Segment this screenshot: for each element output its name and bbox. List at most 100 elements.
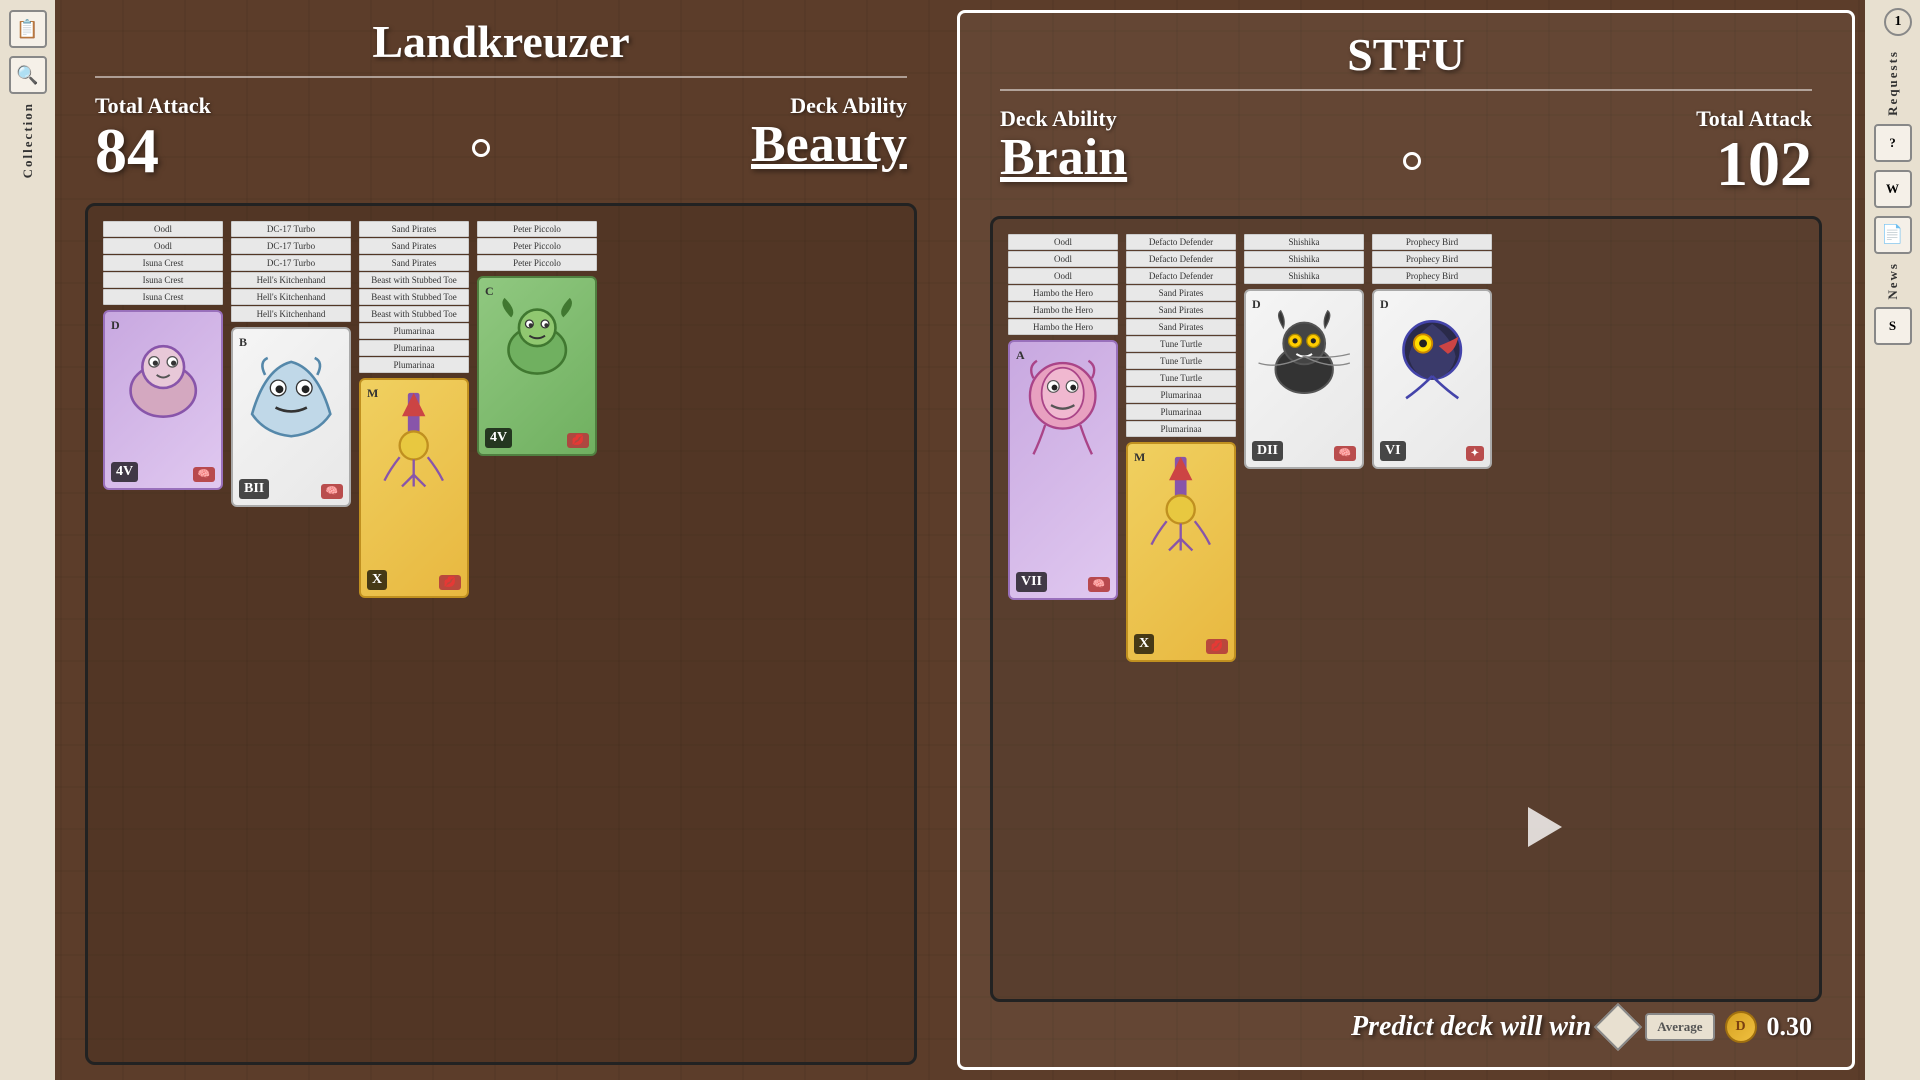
card-label: Beast with Stubbed Toe (359, 306, 469, 322)
card-badge-right: ✦ (1466, 446, 1484, 461)
card-art-2 (239, 336, 343, 453)
card-visual-r1[interactable]: A (1008, 340, 1118, 600)
card-label: Hell's Kitchenhand (231, 306, 351, 322)
card-label: Plumarinaa (359, 323, 469, 339)
collection-icon-1[interactable]: 📋 (9, 10, 47, 48)
left-sidebar: 📋 🔍 Collection (0, 0, 55, 1080)
card-label: Defacto Defender (1126, 251, 1236, 267)
right-divider (1000, 89, 1812, 91)
card-label: Prophecy Bird (1372, 234, 1492, 250)
card-label: Shishika (1244, 268, 1364, 284)
card-art-r3 (1252, 298, 1356, 415)
left-player-name: Landkreuzer (75, 15, 927, 68)
left-card-stack-4: Peter Piccolo Peter Piccolo Peter Piccol… (477, 221, 597, 456)
collection-label: Collection (20, 102, 36, 178)
card-label: Plumarinaa (1126, 404, 1236, 420)
left-card-stack-3: Sand Pirates Sand Pirates Sand Pirates B… (359, 221, 469, 598)
right-card-area: Oodl Oodl Oodl Hambo the Hero Hambo the … (990, 216, 1822, 1002)
card-label: Isuna Crest (103, 255, 223, 271)
card-label: Isuna Crest (103, 272, 223, 288)
card-art-r1 (1015, 349, 1110, 466)
card-visual-r2[interactable]: M X 💋 (1126, 442, 1236, 662)
card-visual-r3[interactable]: D (1244, 289, 1364, 469)
card-label: Tune Turtle (1126, 370, 1236, 386)
card-label: Peter Piccolo (477, 221, 597, 237)
predict-avg-value: 0.30 (1767, 1012, 1813, 1042)
left-card-stack-2: DC-17 Turbo DC-17 Turbo DC-17 Turbo Hell… (231, 221, 351, 507)
news-icon-1[interactable]: 📄 (1874, 216, 1912, 254)
card-visual-2[interactable]: B BII 🧠 (231, 327, 351, 507)
card-label: Sand Pirates (359, 221, 469, 237)
card-badge-value: X (1134, 634, 1154, 654)
card-label: Oodl (103, 238, 223, 254)
left-total-attack-block: Total Attack 84 (95, 93, 211, 183)
right-sidebar: 1 Requests ? W 📄 News S (1865, 0, 1920, 1080)
predict-text: Predict deck will win (1351, 1011, 1591, 1043)
card-badge-value: 4V (485, 428, 512, 448)
requests-icon-1[interactable]: ? (1874, 124, 1912, 162)
card-label: Hambo the Hero (1008, 285, 1118, 301)
card-label: Oodl (1008, 268, 1118, 284)
card-letter: B (239, 335, 247, 350)
news-label: News (1885, 262, 1901, 300)
requests-label: Requests (1885, 50, 1901, 116)
collection-icon-2[interactable]: 🔍 (9, 56, 47, 94)
card-letter: A (1016, 348, 1025, 363)
right-card-stack-1: Oodl Oodl Oodl Hambo the Hero Hambo the … (1008, 234, 1118, 600)
left-deck-ability-block: Deck Ability Beauty (751, 93, 907, 171)
card-label: DC-17 Turbo (231, 221, 351, 237)
card-label: Shishika (1244, 251, 1364, 267)
card-label: Sand Pirates (1126, 285, 1236, 301)
card-badge-right: 💋 (1206, 639, 1228, 654)
card-art-3 (366, 387, 461, 504)
card-badge-value: X (367, 570, 387, 590)
card-badge-right: 🧠 (1088, 577, 1110, 592)
card-badge-right: 🧠 (1334, 446, 1356, 461)
badge-number: 1 (1884, 8, 1912, 36)
card-label: Beast with Stubbed Toe (359, 289, 469, 305)
card-badge-right: 🧠 (193, 467, 215, 482)
main-content: Landkreuzer Total Attack 84 Deck Ability… (55, 0, 1865, 1080)
card-letter: D (1380, 297, 1389, 312)
requests-icon-2[interactable]: W (1874, 170, 1912, 208)
card-label: Hambo the Hero (1008, 319, 1118, 335)
right-stats-row: Deck Ability Brain Total Attack 102 (980, 106, 1832, 196)
left-stats-row: Total Attack 84 Deck Ability Beauty (75, 93, 927, 183)
left-card-stack-1: Oodl Oodl Isuna Crest Isuna Crest Isuna … (103, 221, 223, 490)
card-label: DC-17 Turbo (231, 255, 351, 271)
predict-avg-label: Average (1657, 1019, 1702, 1035)
right-card-stack-3: Shishika Shishika Shishika D (1244, 234, 1364, 469)
card-label: Plumarinaa (1126, 421, 1236, 437)
card-art-r4 (1380, 298, 1484, 415)
predict-diamond-icon[interactable] (1594, 1003, 1642, 1051)
card-visual-r4[interactable]: D VI ✦ (1372, 289, 1492, 469)
right-center-dot (1403, 152, 1421, 170)
card-badge-value: 4V (111, 462, 138, 482)
play-arrow-cursor (1528, 807, 1562, 847)
predict-coin-icon: D (1725, 1011, 1757, 1043)
left-card-area: Oodl Oodl Isuna Crest Isuna Crest Isuna … (85, 203, 917, 1065)
card-label: Prophecy Bird (1372, 251, 1492, 267)
right-total-attack-value: 102 (1696, 132, 1812, 196)
card-label: Plumarinaa (359, 340, 469, 356)
card-badge-value: VI (1380, 441, 1406, 461)
right-deck-ability-value: Brain (1000, 132, 1127, 184)
right-player-name: STFU (980, 28, 1832, 81)
card-label: Plumarinaa (359, 357, 469, 373)
card-label: Sand Pirates (1126, 302, 1236, 318)
card-badge-right: 💋 (567, 433, 589, 448)
card-letter: C (485, 284, 494, 299)
right-card-stack-4: Prophecy Bird Prophecy Bird Prophecy Bir… (1372, 234, 1492, 469)
card-visual-3[interactable]: M X 💋 (359, 378, 469, 598)
card-art-4 (485, 285, 589, 402)
right-card-stack-2: Defacto Defender Defacto Defender Defact… (1126, 234, 1236, 662)
card-label: Sand Pirates (359, 255, 469, 271)
news-icon-2[interactable]: S (1874, 307, 1912, 345)
card-visual-1[interactable]: D 4V 🧠 (103, 310, 223, 490)
card-label: Shishika (1244, 234, 1364, 250)
card-label: DC-17 Turbo (231, 238, 351, 254)
card-label: Hell's Kitchenhand (231, 289, 351, 305)
card-label: Defacto Defender (1126, 234, 1236, 250)
card-visual-4[interactable]: C 4V (477, 276, 597, 456)
card-label: Plumarinaa (1126, 387, 1236, 403)
